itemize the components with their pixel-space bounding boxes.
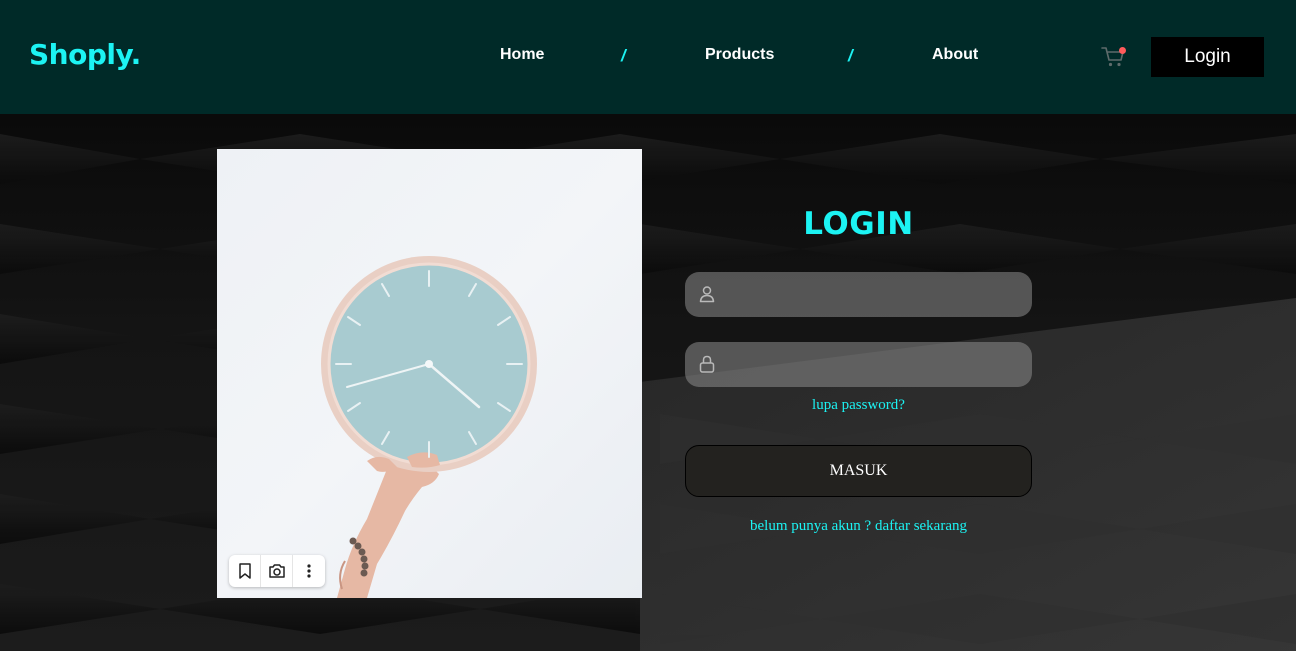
nav-separator: / [848,46,853,65]
nav-home[interactable]: Home [500,46,544,68]
lock-icon [697,354,717,374]
cart-badge [1119,47,1126,54]
brand-logo[interactable]: Shoply. [29,38,141,71]
password-field[interactable] [685,342,1032,387]
login-button[interactable]: Login [1151,37,1264,77]
more-vertical-icon[interactable] [293,555,325,587]
wall-clock-photo [217,149,642,598]
nav-separator: / [621,46,626,65]
bookmark-icon[interactable] [229,555,261,587]
camera-search-icon[interactable] [261,555,293,587]
submit-button[interactable]: MASUK [685,445,1032,497]
username-input[interactable] [729,272,1019,317]
username-field[interactable] [685,272,1032,317]
background-pattern [0,114,1296,651]
password-input[interactable] [729,342,1019,387]
nav-about[interactable]: About [932,46,978,68]
site-header: Shoply. Home / Products / About Login [0,0,1296,114]
login-title: LOGIN [803,206,914,242]
image-toolbar [229,555,325,587]
nav-products[interactable]: Products [705,46,774,68]
forgot-password-link[interactable]: lupa password? [685,397,1032,414]
register-link[interactable]: belum punya akun ? daftar sekarang [685,518,1032,535]
user-icon [697,284,717,304]
